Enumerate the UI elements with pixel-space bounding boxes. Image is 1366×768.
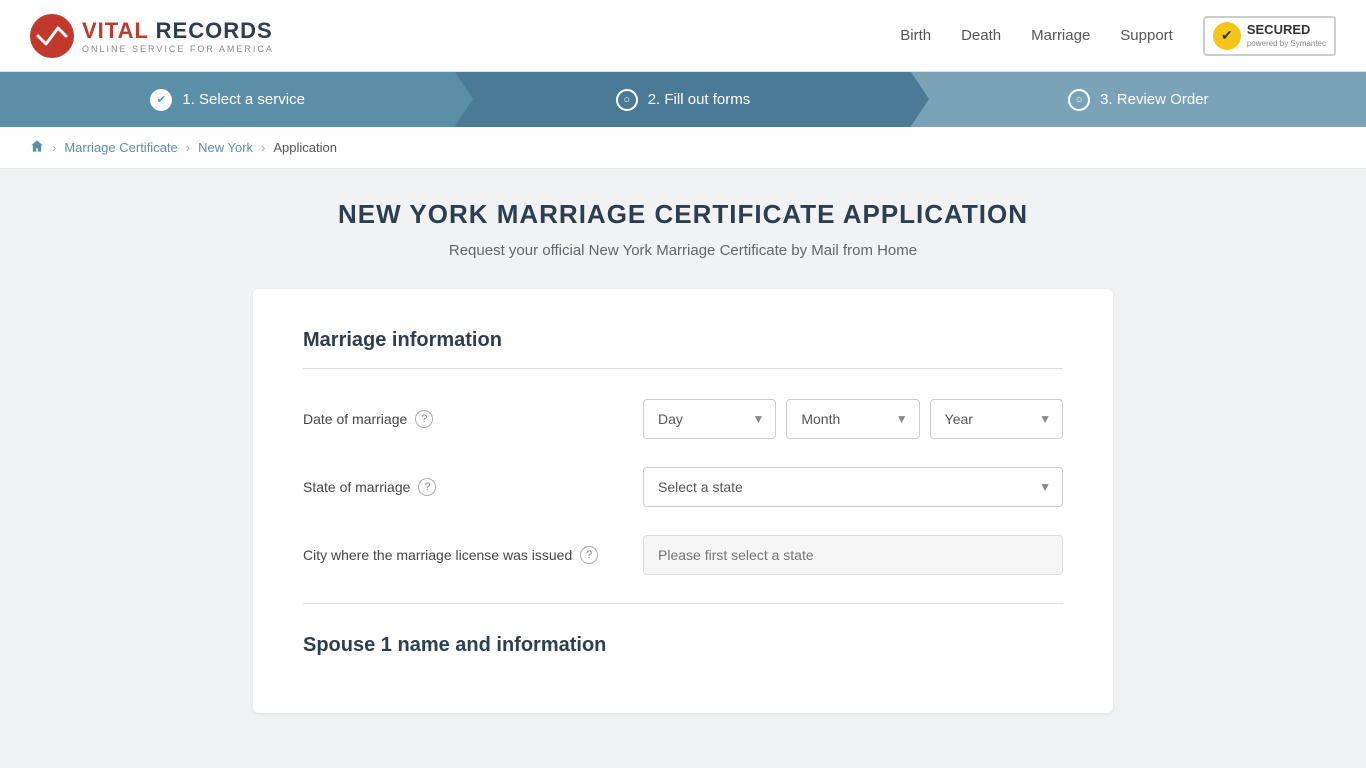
day-select-wrapper: Day Day123456789101112131415161718192021…	[643, 399, 776, 439]
breadcrumb-sep-2: ›	[186, 140, 190, 155]
nav-birth[interactable]: Birth	[900, 27, 931, 44]
nav-marriage[interactable]: Marriage	[1031, 27, 1090, 44]
logo-subtitle: ONLINE SERVICE FOR AMERICA	[82, 44, 274, 54]
step3-circle: ○	[1068, 89, 1090, 111]
logo-records: RECORDS	[156, 18, 273, 43]
norton-secured-label: SECURED	[1247, 22, 1326, 39]
breadcrumb-sep-1: ›	[52, 140, 56, 155]
step2-label: 2. Fill out forms	[648, 91, 751, 108]
date-of-marriage-label: Date of marriage ?	[303, 410, 623, 428]
year-select[interactable]: Year Year2024202320222021202020192018201…	[930, 399, 1063, 439]
logo: VITAL RECORDS ONLINE SERVICE FOR AMERICA	[30, 14, 274, 58]
norton-powered-label: powered by Symantec	[1247, 39, 1326, 49]
section-divider	[303, 603, 1063, 604]
date-of-marriage-row: Date of marriage ? Day Day12345678910111…	[303, 399, 1063, 439]
date-controls: Day Day123456789101112131415161718192021…	[643, 399, 1063, 439]
step2-circle: ○	[616, 89, 638, 111]
state-controls: Select a state ▼	[643, 467, 1063, 507]
breadcrumb-new-york[interactable]: New York	[198, 140, 253, 155]
breadcrumb-marriage-certificate[interactable]: Marriage Certificate	[64, 140, 177, 155]
month-select[interactable]: Month MonthJanuaryFebruaryMarchAprilMayJ…	[786, 399, 919, 439]
norton-badge: ✔ SECURED powered by Symantec	[1203, 16, 1336, 56]
year-select-wrapper: Year Year2024202320222021202020192018201…	[930, 399, 1063, 439]
state-of-marriage-row: State of marriage ? Select a state ▼	[303, 467, 1063, 507]
breadcrumb-home[interactable]	[30, 139, 44, 156]
page-title: NEW YORK MARRIAGE CERTIFICATE APPLICATIO…	[253, 199, 1113, 230]
city-input	[643, 535, 1063, 575]
home-icon	[30, 139, 44, 153]
progress-step-3: ○ 3. Review Order	[911, 72, 1366, 127]
logo-icon	[30, 14, 74, 58]
step3-label: 3. Review Order	[1100, 91, 1208, 108]
state-select[interactable]: Select a state	[643, 467, 1063, 507]
progress-step-1: ✔ 1. Select a service	[0, 72, 455, 127]
progress-step-2: ○ 2. Fill out forms	[455, 72, 910, 127]
nav-support[interactable]: Support	[1120, 27, 1173, 44]
form-card: Marriage information Date of marriage ? …	[253, 289, 1113, 713]
section1-title: Marriage information	[303, 329, 1063, 369]
city-label: City where the marriage license was issu…	[303, 546, 623, 564]
breadcrumb-application: Application	[273, 140, 337, 155]
page-subtitle: Request your official New York Marriage …	[253, 242, 1113, 259]
site-header: VITAL RECORDS ONLINE SERVICE FOR AMERICA…	[0, 0, 1366, 72]
nav-death[interactable]: Death	[961, 27, 1001, 44]
logo-vital: VITAL	[82, 18, 149, 43]
breadcrumb-sep-3: ›	[261, 140, 265, 155]
city-help-icon[interactable]: ?	[580, 546, 598, 564]
breadcrumb: › Marriage Certificate › New York › Appl…	[0, 127, 1366, 169]
main-content: NEW YORK MARRIAGE CERTIFICATE APPLICATIO…	[233, 199, 1133, 713]
progress-bar: ✔ 1. Select a service ○ 2. Fill out form…	[0, 72, 1366, 127]
main-nav: Birth Death Marriage Support ✔ SECURED p…	[900, 16, 1336, 56]
state-help-icon[interactable]: ?	[418, 478, 436, 496]
section2-title: Spouse 1 name and information	[303, 634, 1063, 673]
step1-circle: ✔	[150, 89, 172, 111]
state-of-marriage-label: State of marriage ?	[303, 478, 623, 496]
step1-label: 1. Select a service	[182, 91, 305, 108]
norton-check-icon: ✔	[1213, 22, 1241, 50]
month-select-wrapper: Month MonthJanuaryFebruaryMarchAprilMayJ…	[786, 399, 919, 439]
state-select-wrapper: Select a state ▼	[643, 467, 1063, 507]
day-select[interactable]: Day Day123456789101112131415161718192021…	[643, 399, 776, 439]
city-row: City where the marriage license was issu…	[303, 535, 1063, 575]
date-help-icon[interactable]: ?	[415, 410, 433, 428]
city-input-wrapper	[643, 535, 1063, 575]
